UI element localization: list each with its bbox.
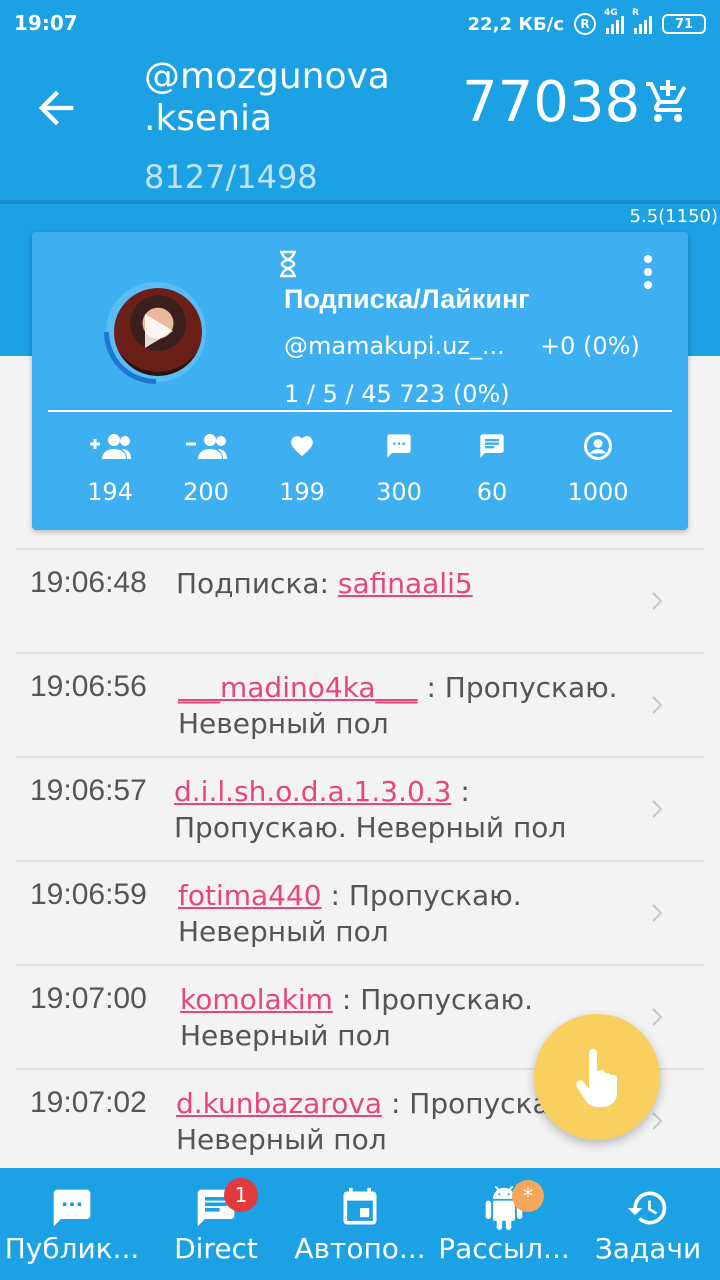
task-title: Подписка/Лайкинг — [284, 284, 530, 314]
log-time: 19:06:57 — [30, 774, 147, 807]
log-time: 19:06:48 — [30, 566, 147, 599]
log-username-link[interactable]: fotima440 — [178, 879, 322, 912]
direct-badge: 1 — [224, 1178, 258, 1212]
message-lines-icon — [480, 434, 504, 458]
nav-tasks[interactable]: Задачи — [576, 1168, 720, 1280]
touch-hand-icon — [576, 1049, 617, 1107]
nav-mailing[interactable]: * Рассыл... — [432, 1168, 576, 1280]
follower-counts: 8127/1498 — [144, 158, 318, 196]
log-message: Подписка: safinaali5 — [176, 567, 473, 600]
touch-action-button[interactable] — [534, 1014, 660, 1140]
add-cart-icon[interactable] — [644, 78, 692, 126]
hourglass-icon — [280, 250, 296, 278]
chevron-right-icon — [652, 1112, 663, 1130]
chat-bubble-icon — [53, 1189, 91, 1227]
log-row[interactable]: 19:06:59 fotima440 : Пропускаю. Неверный… — [16, 860, 704, 964]
log-time: 19:07:00 — [30, 982, 147, 1015]
app-version: 5.5(1150) — [629, 206, 718, 227]
calendar-icon — [343, 1187, 377, 1225]
nav-publications[interactable]: Публик... — [0, 1168, 144, 1280]
nav-label: Автопо... — [294, 1232, 426, 1265]
log-row[interactable]: 19:06:48 Подписка: safinaali5 — [16, 548, 704, 652]
stat-messages: 60 — [442, 428, 542, 506]
log-time: 19:06:56 — [30, 670, 147, 703]
nav-direct[interactable]: 1 Direct — [144, 1168, 288, 1280]
log-username-link[interactable]: komolakim — [180, 983, 333, 1016]
balance: 77038 — [462, 70, 641, 135]
status-time: 19:07 — [14, 11, 78, 35]
unfollow-icon — [186, 434, 227, 459]
log-username-link[interactable]: ___madino4ka___ — [178, 671, 418, 704]
chevron-right-icon — [652, 800, 663, 818]
task-delta: +0 (0%) — [540, 332, 640, 360]
heart-icon — [291, 436, 313, 457]
log-message: d.i.l.sh.o.d.a.1.3.0.3 : Пропускаю. Неве… — [174, 775, 567, 844]
nav-label: Рассыл... — [438, 1232, 570, 1265]
signal-4g-icon: 4G — [604, 8, 624, 34]
mailing-badge: * — [512, 1180, 544, 1212]
status-indicators: 22,2 КБ/с R 4G R 71 — [467, 8, 706, 37]
stat-comments: 300 — [349, 428, 449, 506]
log-username-link[interactable]: d.kunbazarova — [176, 1087, 382, 1120]
stat-unfollow: 200 — [156, 428, 256, 506]
nav-label: Публик... — [4, 1232, 140, 1265]
chevron-right-icon — [652, 904, 663, 922]
task-target-account: @mamakupi.uz_... — [284, 332, 505, 360]
back-arrow-icon[interactable] — [30, 82, 82, 134]
chevron-right-icon — [652, 1008, 663, 1026]
more-menu-icon[interactable] — [636, 252, 660, 292]
account-name-line1: @mozgunova — [144, 56, 390, 97]
log-row[interactable]: 19:06:57 d.i.l.sh.o.d.a.1.3.0.3 : Пропус… — [16, 756, 704, 860]
log-time: 19:06:59 — [30, 878, 147, 911]
task-card[interactable]: Подписка/Лайкинг @mamakupi.uz_... +0 (0%… — [32, 232, 688, 530]
stat-follow: 194 — [60, 428, 160, 506]
log-username-link[interactable]: d.i.l.sh.o.d.a.1.3.0.3 — [174, 775, 452, 808]
log-message: fotima440 : Пропускаю. Неверный пол — [178, 879, 522, 948]
play-icon[interactable] — [145, 314, 173, 348]
nav-label: Задачи — [594, 1232, 702, 1265]
task-progress: 1 / 5 / 45 723 (0%) — [284, 380, 510, 408]
log-username-link[interactable]: safinaali5 — [338, 567, 473, 600]
signal-roaming-icon: R — [632, 8, 652, 34]
nav-autopost[interactable]: Автопо... — [288, 1168, 432, 1280]
battery-icon: 71 — [662, 14, 706, 34]
account-circle-icon — [584, 432, 612, 460]
stat-likes: 199 — [252, 428, 352, 506]
chevron-right-icon — [652, 696, 663, 714]
follow-add-icon — [90, 434, 131, 459]
log-row[interactable]: 19:06:56 ___madino4ka___ : Пропускаю. Не… — [16, 652, 704, 756]
nav-label: Direct — [174, 1232, 258, 1265]
chevron-right-icon — [652, 592, 663, 610]
account-name-line2: .ksenia — [144, 98, 273, 139]
account-name[interactable]: @mozgunova .ksenia — [144, 56, 390, 140]
log-time: 19:07:02 — [30, 1086, 147, 1119]
log-message: ___madino4ka___ : Пропускаю. Неверный по… — [178, 671, 618, 740]
history-icon — [627, 1191, 667, 1225]
comment-dots-icon — [387, 434, 411, 458]
card-divider — [48, 410, 672, 412]
app-bar: @mozgunova .ksenia 8127/1498 77038 — [0, 48, 720, 204]
bottom-navigation: Публик... 1 Direct Автопо... * Рассыл...… — [0, 1168, 720, 1280]
status-bar: 19:07 22,2 КБ/с R 4G R 71 — [0, 0, 720, 48]
stat-accounts: 1000 — [548, 428, 648, 506]
network-speed: 22,2 КБ/с — [467, 13, 564, 35]
r-circle-icon: R — [574, 13, 596, 35]
